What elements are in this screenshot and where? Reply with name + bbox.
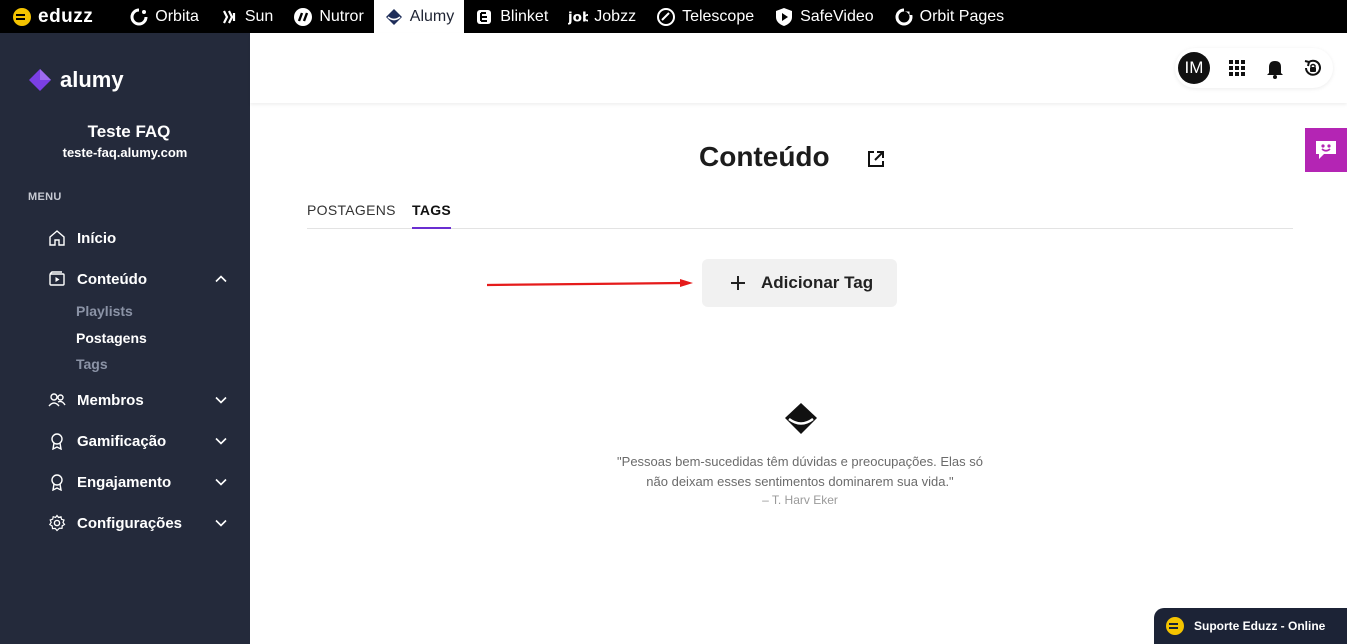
sidebar-subitem-playlists[interactable]: Playlists <box>76 303 133 319</box>
product-switcher-bar: eduzz Orbita Sun Nutror Alumy Blinket jo… <box>0 0 1347 33</box>
sidebar-item-label: Gamificação <box>77 432 167 450</box>
topbar-item-orbit-pages[interactable]: Orbit Pages <box>884 0 1014 33</box>
annotation-arrow <box>486 279 693 287</box>
topbar-item-label: Orbita <box>155 7 199 25</box>
chevron-down-icon <box>215 478 227 486</box>
apps-grid-icon[interactable] <box>1226 57 1248 79</box>
header-actions: IM <box>1175 48 1333 88</box>
sidebar-item-gamificacao[interactable]: Gamificação <box>48 429 234 453</box>
jobzz-icon: job <box>568 7 588 27</box>
sidebar-subitem-tags[interactable]: Tags <box>76 356 108 372</box>
topbar-item-sun[interactable]: Sun <box>209 0 283 33</box>
orbita-icon <box>129 7 149 27</box>
lock-logout-icon[interactable] <box>1302 57 1324 79</box>
topbar-item-label: Sun <box>244 7 274 25</box>
app-header: IM <box>250 33 1347 103</box>
topbar-item-label: Jobzz <box>594 7 637 25</box>
topbar-item-safevideo[interactable]: SafeVideo <box>764 0 884 33</box>
chat-smile-icon <box>1316 141 1336 159</box>
eduzz-logo-icon <box>12 7 32 27</box>
quote-line: "Pessoas bem-sucedidas têm dúvidas e pre… <box>617 454 983 469</box>
blinket-icon <box>474 7 494 27</box>
topbar-item-label: Alumy <box>409 7 455 25</box>
badge-icon <box>48 432 66 450</box>
sidebar-item-label: Engajamento <box>77 473 172 491</box>
site-name: Teste FAQ <box>87 122 171 141</box>
telescope-icon <box>656 7 676 27</box>
support-label: Suporte Eduzz - Online <box>1194 619 1326 633</box>
topbar-item-blinket[interactable]: Blinket <box>464 0 558 33</box>
topbar-item-nutror[interactable]: Nutror <box>283 0 373 33</box>
sidebar: alumy Teste FAQ teste-faq.alumy.com MENU… <box>0 33 250 644</box>
page-title: Conteúdo <box>699 141 830 172</box>
plus-icon <box>731 276 745 290</box>
sidebar-item-inicio[interactable]: Início <box>48 226 234 250</box>
topbar-item-orbita[interactable]: Orbita <box>119 0 209 33</box>
alumy-logo-text: alumy <box>60 67 124 92</box>
topbar-item-label: Telescope <box>682 7 755 25</box>
tab-postagens[interactable]: POSTAGENS <box>307 202 396 229</box>
quote-author: – T. Harv Eker <box>762 493 838 507</box>
play-folder-icon <box>48 270 66 288</box>
topbar-item-alumy[interactable]: Alumy <box>373 0 465 33</box>
home-icon <box>48 229 66 247</box>
bell-icon[interactable] <box>1264 57 1286 79</box>
support-chat-button[interactable]: Suporte Eduzz - Online <box>1154 608 1347 644</box>
chevron-down-icon <box>215 396 227 404</box>
motivational-quote: "Pessoas bem-sucedidas têm dúvidas e pre… <box>580 452 1020 492</box>
users-icon <box>48 391 66 409</box>
avatar[interactable]: IM <box>1178 52 1210 84</box>
sun-icon <box>219 7 239 27</box>
gear-icon <box>48 514 66 532</box>
sidebar-item-membros[interactable]: Membros <box>48 388 234 412</box>
sidebar-item-conteudo[interactable]: Conteúdo <box>48 267 234 291</box>
sidebar-item-label: Membros <box>77 391 144 409</box>
eduzz-logo-text: eduzz <box>38 5 94 27</box>
alumy-logo-icon <box>29 69 51 91</box>
chevron-up-icon <box>215 275 227 283</box>
topbar-item-label: Nutror <box>319 7 364 25</box>
chevron-down-icon <box>215 437 227 445</box>
eduzz-logo[interactable]: eduzz <box>0 0 119 33</box>
topbar-item-label: Blinket <box>500 7 549 25</box>
topbar-item-telescope[interactable]: Telescope <box>646 0 764 33</box>
alumy-logo[interactable]: alumy <box>28 67 124 93</box>
quote-line: não deixam esses sentimentos dominarem s… <box>646 474 954 489</box>
tab-tags[interactable]: TAGS <box>412 202 452 229</box>
safevideo-icon <box>774 7 794 27</box>
topbar-item-jobzz[interactable]: job Jobzz <box>558 0 646 33</box>
add-tag-button[interactable]: Adicionar Tag <box>702 259 897 307</box>
chat-widget-tab[interactable] <box>1305 128 1347 172</box>
external-link-icon[interactable] <box>866 149 886 169</box>
sidebar-item-configuracoes[interactable]: Configurações <box>48 511 234 535</box>
topbar-item-label: SafeVideo <box>800 7 874 25</box>
sidebar-item-label: Configurações <box>77 514 183 532</box>
menu-label: MENU <box>28 191 62 203</box>
add-tag-button-label: Adicionar Tag <box>761 273 874 292</box>
badge-icon <box>48 473 66 491</box>
svg-text:job: job <box>568 9 588 25</box>
alumy-gem-icon <box>785 403 817 434</box>
sidebar-subitem-postagens[interactable]: Postagens <box>76 330 147 346</box>
alumy-icon <box>384 7 404 27</box>
nutror-icon <box>293 7 313 27</box>
site-url[interactable]: teste-faq.alumy.com <box>0 145 250 160</box>
sidebar-item-engajamento[interactable]: Engajamento <box>48 470 234 494</box>
chevron-down-icon <box>215 519 227 527</box>
sidebar-item-label: Início <box>77 229 117 247</box>
sidebar-item-label: Conteúdo <box>77 270 147 288</box>
content-tabs: POSTAGENS TAGS <box>307 200 1293 229</box>
eduzz-support-icon <box>1166 617 1184 635</box>
orbit-pages-icon <box>894 7 914 27</box>
topbar-item-label: Orbit Pages <box>919 7 1005 25</box>
